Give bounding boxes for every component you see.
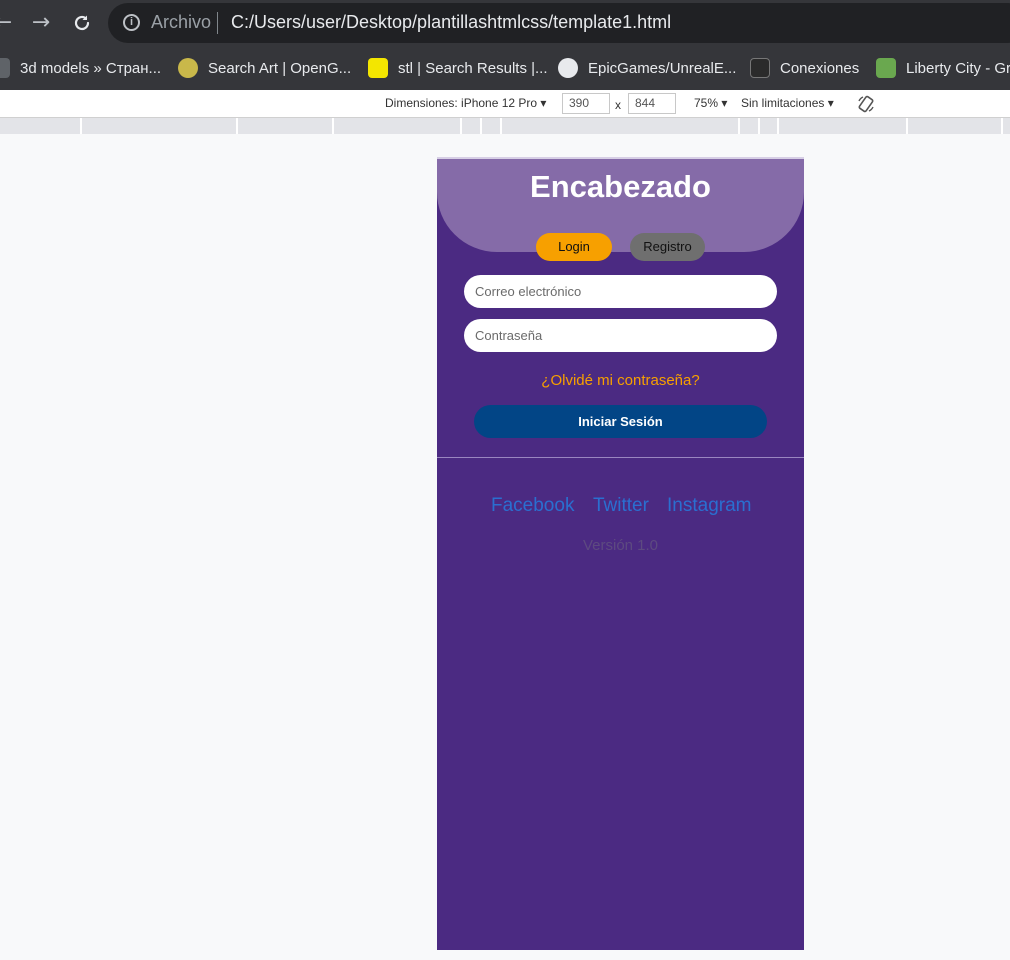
header-top-border xyxy=(437,157,804,159)
ruler-marker xyxy=(906,118,908,134)
bookmark-label: stl | Search Results |... xyxy=(398,59,548,77)
bookmark-conexiones[interactable]: Conexiones xyxy=(750,46,859,90)
bookmark-label: 3d models » Стран... xyxy=(20,59,162,77)
github-icon xyxy=(558,58,578,78)
tab-login[interactable]: Login xyxy=(536,233,612,261)
email-field[interactable] xyxy=(464,275,777,308)
bookmark-stl-search[interactable]: stl | Search Results |... xyxy=(368,46,548,90)
info-icon[interactable]: i xyxy=(123,14,140,31)
liberty-city-icon xyxy=(876,58,896,78)
caret-down-icon: ▾ xyxy=(537,96,547,110)
browser-toolbar: ← → i Archivo C:/Users/user/Desktop/plan… xyxy=(0,0,1010,46)
version-label: Versión 1.0 xyxy=(582,537,659,554)
bookmark-label: Liberty City - Gr xyxy=(906,59,1010,77)
bookmark-3dmodels-icon xyxy=(0,58,10,78)
forgot-password-link[interactable]: ¿Olvidé mi contraseña? xyxy=(437,372,804,389)
scheme-label: Archivo xyxy=(151,12,212,32)
device-toolbar: Dimensiones: iPhone 12 Pro ▾ 390 x 844 7… xyxy=(0,90,1010,118)
opengameart-icon xyxy=(178,58,198,78)
bookmark-label: EpicGames/UnrealE... xyxy=(588,59,737,77)
ruler-marker xyxy=(777,118,779,134)
zoom-select[interactable]: 75% ▾ xyxy=(694,96,727,110)
ruler-marker xyxy=(460,118,462,134)
url-text[interactable]: C:/Users/user/Desktop/plantillashtmlcss/… xyxy=(231,12,671,33)
ruler-marker xyxy=(80,118,82,134)
password-field[interactable] xyxy=(464,319,777,352)
omnibox-divider xyxy=(217,12,218,34)
height-input[interactable]: 844 xyxy=(628,93,676,114)
ruler-marker xyxy=(480,118,482,134)
ruler-marker xyxy=(236,118,238,134)
throttle-label: Sin limitaciones xyxy=(741,96,825,110)
bookmark-github-unreal[interactable]: EpicGames/UnrealE... xyxy=(558,46,736,90)
page-title: Encabezado xyxy=(530,169,711,204)
bookmark-3d-models[interactable]: 3d models » Стран... xyxy=(0,46,161,90)
bookmark-label: Search Art | OpenG... xyxy=(208,59,352,77)
page-header: Encabezado xyxy=(437,157,804,252)
forward-arrow-icon[interactable]: → xyxy=(26,8,56,38)
caret-down-icon: ▾ xyxy=(718,96,728,110)
twitter-link[interactable]: Twitter xyxy=(593,495,649,517)
reload-icon[interactable] xyxy=(67,8,97,38)
caret-down-icon: ▾ xyxy=(824,96,834,110)
ruler-marker xyxy=(500,118,502,134)
device-viewport: Encabezado Login Registro ¿Olvidé mi con… xyxy=(437,157,804,950)
bookmark-liberty-city[interactable]: Liberty City - Gr xyxy=(876,46,1010,90)
bookmark-opengameart[interactable]: Search Art | OpenG... xyxy=(178,46,351,90)
media-query-bar[interactable] xyxy=(0,118,1010,134)
back-arrow-icon[interactable]: ← xyxy=(0,8,18,38)
throttle-select[interactable]: Sin limitaciones ▾ xyxy=(741,96,834,110)
bookmarks-bar: 3d models » Стран... Search Art | OpenG.… xyxy=(0,46,1010,90)
times-sign: x xyxy=(615,98,621,112)
instagram-link[interactable]: Instagram xyxy=(667,495,751,517)
login-button[interactable]: Iniciar Sesión xyxy=(474,405,767,438)
stl-search-icon xyxy=(368,58,388,78)
ruler-marker xyxy=(738,118,740,134)
zoom-label: 75% xyxy=(694,96,719,110)
tab-register[interactable]: Registro xyxy=(630,233,705,261)
ruler-marker xyxy=(332,118,334,134)
ruler-marker xyxy=(758,118,760,134)
facebook-link[interactable]: Facebook xyxy=(491,495,574,517)
ruler-marker xyxy=(1001,118,1003,134)
bookmark-label: Conexiones xyxy=(780,59,860,77)
width-input[interactable]: 390 xyxy=(562,93,610,114)
footer-divider xyxy=(437,457,804,458)
rotate-icon[interactable] xyxy=(856,94,876,114)
device-select-label: Dimensiones: iPhone 12 Pro xyxy=(385,96,538,110)
epic-games-icon xyxy=(750,58,770,78)
device-select[interactable]: Dimensiones: iPhone 12 Pro ▾ xyxy=(385,96,546,110)
